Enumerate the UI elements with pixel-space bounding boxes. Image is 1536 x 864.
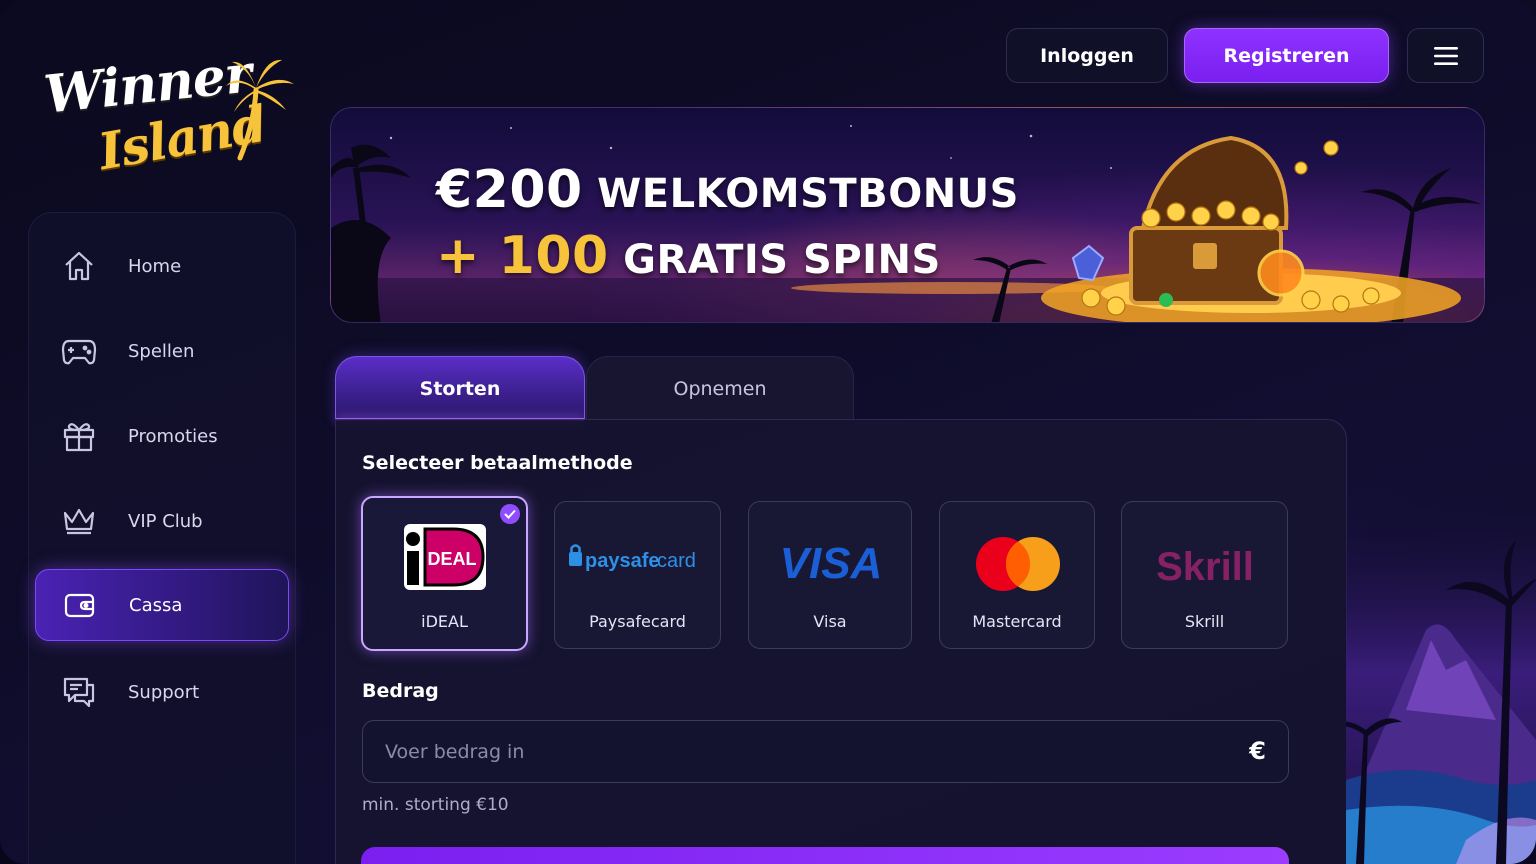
svg-text:card: card — [657, 550, 696, 572]
register-button[interactable]: Registreren — [1184, 28, 1389, 83]
payment-option-label: Mastercard — [972, 612, 1062, 631]
sidebar-item-label: Spellen — [128, 340, 195, 362]
bonus-amount: €200 — [436, 160, 583, 220]
euro-icon: € — [1249, 737, 1266, 765]
sidebar-item-home[interactable]: Home — [35, 230, 289, 302]
sidebar-item-spellen[interactable]: Spellen — [35, 315, 289, 387]
visa-logo-icon: VISA — [780, 539, 883, 588]
sidebar-item-vip-club[interactable]: VIP Club — [35, 485, 289, 557]
amount-label: Bedrag — [362, 680, 439, 702]
deposit-submit-button[interactable] — [361, 847, 1289, 864]
sidebar-item-support[interactable]: Support — [35, 656, 289, 728]
sidebar-item-label: VIP Club — [128, 510, 203, 532]
sidebar-item-promoties[interactable]: Promoties — [35, 400, 289, 472]
banner-headline-line1: €200 WELKOMSTBONUS — [436, 160, 1019, 220]
app-frame: Winner Island Home Spellen Promoties VIP… — [0, 0, 1536, 864]
sidebar-item-label: Support — [128, 681, 200, 703]
payment-option-skrill[interactable]: Skrill Skrill — [1121, 501, 1288, 649]
palm-tree-icon — [226, 59, 294, 161]
hamburger-icon — [1433, 46, 1458, 65]
paysafecard-logo-text: paysafe — [585, 550, 660, 572]
tab-opnemen[interactable]: Opnemen — [586, 356, 854, 420]
sidebar-item-cassa[interactable]: Cassa — [35, 569, 289, 641]
welcome-bonus-banner[interactable]: €200 WELKOMSTBONUS + 100 GRATIS SPINS — [330, 107, 1485, 323]
payment-option-visa[interactable]: VISA Visa — [748, 501, 912, 649]
ideal-logo-text: DEAL — [428, 549, 477, 569]
paysafecard-logo-icon: paysafe card — [569, 544, 696, 572]
payment-option-label: iDEAL — [421, 612, 468, 631]
payment-option-label: Paysafecard — [589, 612, 686, 631]
chat-icon — [59, 672, 99, 712]
spins-amount: + 100 — [436, 226, 609, 286]
home-icon — [59, 246, 99, 286]
payment-option-paysafecard[interactable]: paysafe card Paysafecard — [554, 501, 721, 649]
sidebar-item-label: Promoties — [128, 425, 218, 447]
sidebar: Home Spellen Promoties VIP Club Cassa Su… — [28, 212, 296, 864]
amount-field[interactable]: € — [362, 720, 1289, 783]
mastercard-logo-icon — [976, 537, 1060, 591]
skrill-logo-text: Skrill — [1156, 545, 1254, 589]
login-button[interactable]: Inloggen — [1006, 28, 1168, 83]
gift-icon — [59, 416, 99, 456]
island-scenery-illustration — [1346, 480, 1536, 864]
ideal-logo-icon: DEAL — [404, 524, 486, 590]
hamburger-menu-button[interactable] — [1407, 28, 1484, 83]
banner-headline-line2: + 100 GRATIS SPINS — [436, 226, 941, 286]
amount-input[interactable] — [385, 721, 1205, 782]
tab-storten[interactable]: Storten — [335, 356, 585, 421]
payment-method-heading: Selecteer betaalmethode — [362, 452, 633, 474]
min-deposit-hint: min. storting €10 — [362, 795, 509, 815]
payment-option-mastercard[interactable]: Mastercard — [939, 501, 1095, 649]
payment-option-ideal[interactable]: DEAL iDEAL — [361, 496, 528, 651]
crown-icon — [59, 501, 99, 541]
payment-option-label: Skrill — [1184, 612, 1225, 631]
brand-logo[interactable]: Winner Island — [40, 43, 300, 181]
payment-option-label: Visa — [813, 612, 847, 631]
wallet-icon — [60, 585, 100, 625]
bonus-title: WELKOMSTBONUS — [597, 171, 1019, 217]
check-icon — [500, 504, 520, 524]
sidebar-item-label: Cassa — [129, 594, 183, 616]
spins-title: GRATIS SPINS — [623, 237, 941, 283]
visa-logo-text: VISA — [780, 539, 883, 588]
skrill-logo-icon: Skrill — [1156, 545, 1254, 589]
gamepad-icon — [59, 331, 99, 371]
sidebar-item-label: Home — [128, 255, 182, 277]
